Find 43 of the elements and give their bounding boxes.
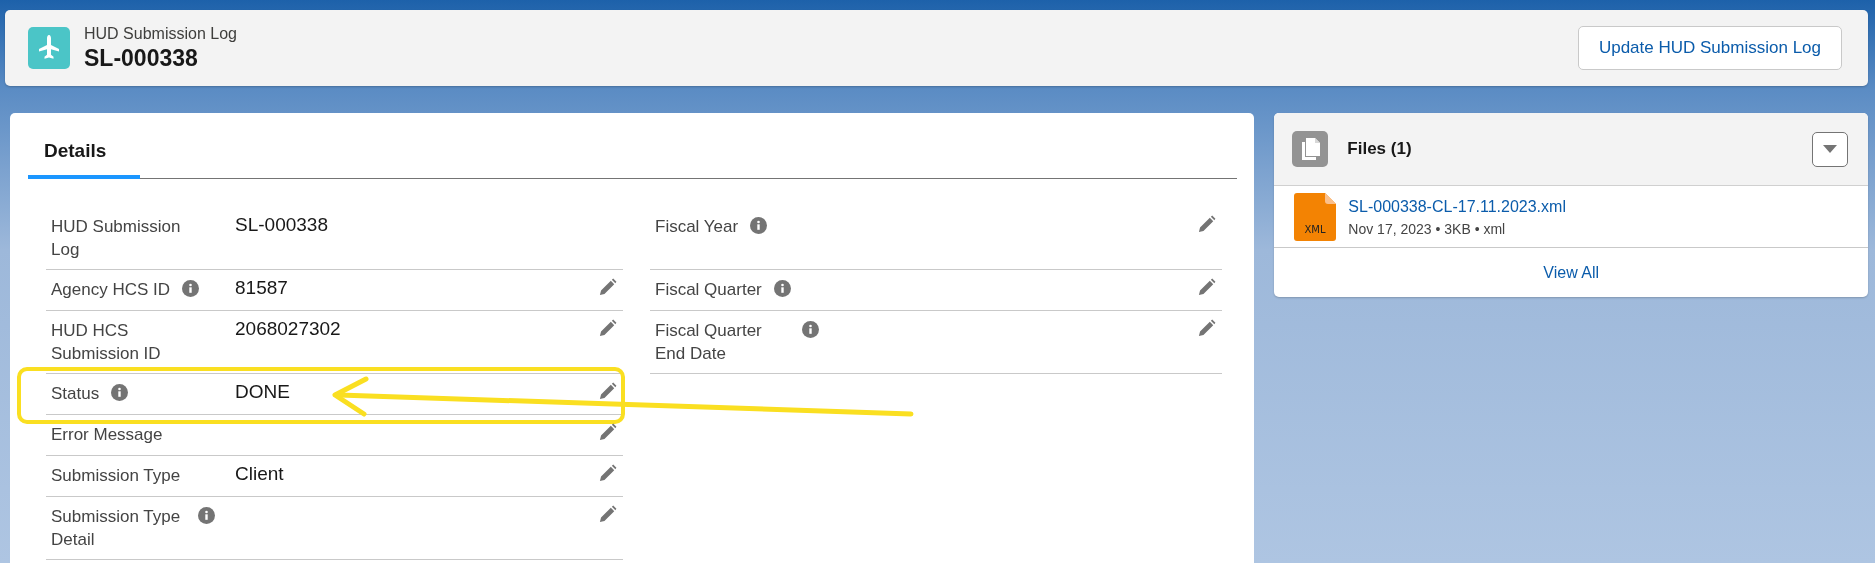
airplane-icon: [28, 27, 70, 69]
info-icon[interactable]: [773, 280, 791, 297]
view-all-link[interactable]: View All: [1543, 263, 1600, 282]
info-icon[interactable]: [750, 217, 768, 234]
field-label: Status: [51, 383, 100, 405]
pencil-icon[interactable]: [598, 464, 617, 483]
dropdown-button[interactable]: [1812, 131, 1848, 167]
file-link[interactable]: SL-000338-CL-17.11.2023.xml: [1348, 194, 1566, 218]
info-icon[interactable]: [802, 321, 819, 338]
details-tab[interactable]: Details: [28, 127, 140, 179]
pencil-icon[interactable]: [1197, 215, 1216, 234]
info-icon[interactable]: [182, 280, 200, 297]
update-button[interactable]: Update HUD Submission Log: [1577, 26, 1842, 70]
object-type: HUD Submission Log: [84, 24, 238, 44]
field-label: Agency HCS ID: [51, 279, 171, 301]
field-label: HUD HCS Submission ID: [51, 320, 162, 365]
files-icon: [1292, 131, 1329, 167]
field-label: Fiscal Quarter: [655, 279, 762, 301]
field-value: 2068027302: [235, 317, 342, 341]
field-value: Client: [235, 462, 285, 486]
field-label: HUD Submission Log: [51, 216, 182, 261]
pencil-icon[interactable]: [598, 278, 617, 297]
field-value: DONE: [235, 380, 291, 404]
field-label: Error Message: [51, 424, 163, 446]
caret-icon: [1823, 145, 1837, 153]
pencil-icon[interactable]: [1197, 319, 1216, 338]
field-value: SL-000338: [235, 213, 329, 237]
field-label: Submission Type: [51, 465, 181, 487]
pencil-icon[interactable]: [598, 319, 617, 338]
field-label: Submission Type Detail: [51, 506, 182, 551]
pencil-icon[interactable]: [1197, 278, 1216, 297]
file-meta: Nov 17, 2023 • 3KB • xml: [1348, 219, 1507, 239]
field-label: Fiscal Year: [655, 216, 739, 238]
field-label: Fiscal Quarter End Date: [655, 320, 763, 365]
field-value: 81587: [235, 276, 289, 300]
info-icon[interactable]: [198, 507, 215, 524]
pencil-icon[interactable]: [598, 382, 617, 401]
pencil-icon[interactable]: [598, 505, 617, 524]
record-title: SL-000338: [84, 44, 199, 72]
files-title: Files (1): [1347, 139, 1413, 159]
xml-file-icon: XML: [1294, 193, 1337, 241]
info-icon[interactable]: [111, 384, 129, 401]
pencil-icon[interactable]: [598, 423, 617, 442]
